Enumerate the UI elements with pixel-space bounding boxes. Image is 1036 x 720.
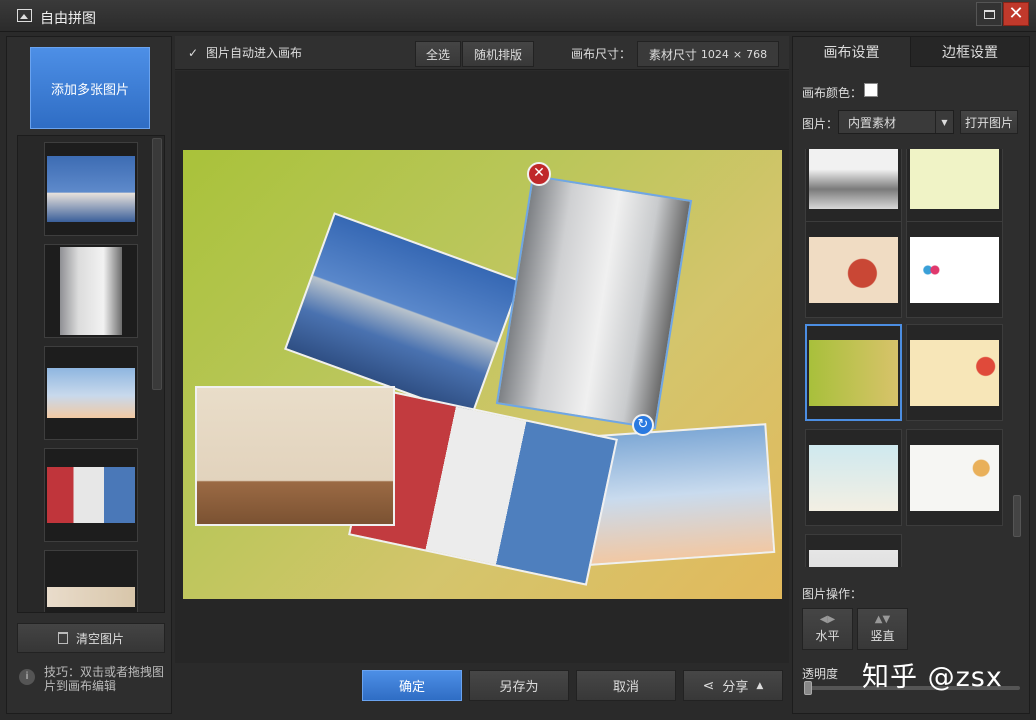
canvas-width: 1024: [700, 47, 729, 61]
checkmark-icon: ✓: [188, 45, 199, 60]
maximize-button[interactable]: [976, 2, 1002, 26]
gallery-item[interactable]: [805, 534, 902, 567]
image-source-select[interactable]: 内置素材 ▼: [838, 110, 954, 134]
gallery-image: [910, 339, 999, 406]
title-bar: 自由拼图 ✕: [0, 0, 1036, 32]
right-panel: 画布设置 边框设置 画布颜色： 图片： 内置素材 ▼ 打开图片 图片操作： ◀▶…: [792, 36, 1030, 714]
thumbnail-list[interactable]: [17, 135, 165, 613]
gallery-image: [910, 149, 999, 209]
thumbnail-scrollbar[interactable]: [152, 138, 162, 390]
gallery-image: [910, 236, 999, 303]
gallery-item-selected[interactable]: [805, 324, 902, 421]
add-images-button[interactable]: 添加多张图片: [30, 47, 150, 129]
action-bar: 确定 另存为 取消 ⋖ 分享 ▲: [175, 663, 789, 714]
remove-photo-button[interactable]: ✕: [527, 162, 551, 186]
rotate-photo-handle[interactable]: ↻: [632, 414, 654, 436]
left-panel: 添加多张图片 清空图片 i 技巧：双击或者拖拽图片到画布编辑: [6, 36, 172, 714]
canvas-toolbar: ✓ 图片自动进入画布 全选 随机排版 画布尺寸： 素材尺寸 1024 × 768: [175, 36, 789, 70]
share-button[interactable]: ⋖ 分享 ▲: [683, 670, 783, 701]
photo-interior[interactable]: [195, 386, 395, 526]
gallery-scrollbar[interactable]: [1013, 495, 1021, 537]
save-as-button[interactable]: 另存为: [469, 670, 569, 701]
thumbnail-sky[interactable]: [44, 346, 138, 440]
app-image-icon: [17, 9, 32, 22]
flip-vertical-icon: ▲▼: [874, 614, 891, 625]
maximize-icon: [983, 9, 995, 19]
opacity-label: 透明度: [802, 667, 839, 681]
canvas-size-select[interactable]: 素材尺寸 1024 × 768: [637, 41, 779, 67]
canvas-color-swatch[interactable]: [864, 83, 878, 97]
gallery-item[interactable]: [805, 221, 902, 318]
gallery-item[interactable]: [906, 221, 1003, 318]
random-arrange-button[interactable]: 随机排版: [462, 41, 534, 67]
tip-text: 技巧：双击或者拖拽图片到画布编辑: [44, 665, 165, 693]
share-label: 分享: [722, 680, 749, 695]
select-all-button[interactable]: 全选: [415, 41, 461, 67]
watermark: 知乎 @zsx: [862, 662, 1003, 693]
chevron-up-icon: ▲: [756, 680, 764, 691]
gallery-item[interactable]: [906, 149, 1003, 224]
gallery-image: [910, 444, 999, 511]
canvas-height: 768: [746, 47, 768, 61]
canvas-size-label: 画布尺寸：: [571, 47, 632, 61]
window-title: 自由拼图: [40, 11, 96, 27]
thumbnail-image: [47, 467, 135, 523]
image-source-value: 内置素材: [848, 115, 897, 130]
thumbnail-image: [47, 587, 135, 607]
photo-bathroom[interactable]: [495, 174, 693, 430]
auto-enter-label: 图片自动进入画布: [206, 46, 303, 60]
canvas-color-label: 画布颜色：: [802, 86, 863, 100]
gallery-item[interactable]: [805, 429, 902, 526]
thumbnail-image: [47, 368, 135, 418]
thumbnail-image: [60, 247, 122, 335]
chevron-down-icon: ▼: [935, 111, 953, 133]
flip-vertical-button[interactable]: ▲▼ 竖直: [857, 608, 908, 650]
thumbnail-room[interactable]: [44, 448, 138, 542]
clear-images-button[interactable]: 清空图片: [17, 623, 165, 653]
thumbnail-architecture[interactable]: [44, 142, 138, 236]
flip-horizontal-icon: ◀▶: [819, 614, 836, 625]
clear-images-label: 清空图片: [75, 631, 124, 646]
tip-icon: i: [19, 669, 35, 685]
canvas-area: ✕ ↻: [175, 71, 789, 663]
gallery-item[interactable]: [805, 149, 902, 224]
open-image-button[interactable]: 打开图片: [960, 110, 1018, 134]
flip-vertical-label: 竖直: [870, 629, 895, 643]
close-button[interactable]: ✕: [1003, 2, 1029, 26]
thumbnail-interior[interactable]: [44, 550, 138, 612]
tab-border-settings[interactable]: 边框设置: [911, 37, 1029, 67]
gallery-item[interactable]: [906, 429, 1003, 526]
image-ops-label: 图片操作：: [802, 587, 863, 601]
trash-icon: [57, 632, 68, 644]
gallery-image: [809, 236, 898, 303]
times-sign: ×: [732, 47, 743, 61]
gallery-image: [809, 444, 898, 511]
flip-horizontal-button[interactable]: ◀▶ 水平: [802, 608, 853, 650]
gallery-image: [809, 339, 898, 406]
thumbnail-bathroom[interactable]: [44, 244, 138, 338]
thumbnail-image: [47, 156, 135, 222]
close-icon: ✕: [1008, 3, 1024, 24]
auto-enter-checkbox[interactable]: ✓ 图片自动进入画布: [188, 44, 302, 61]
confirm-button[interactable]: 确定: [362, 670, 462, 701]
background-gallery[interactable]: [800, 149, 1021, 567]
image-source-label: 图片：: [802, 117, 839, 131]
gallery-image: [809, 149, 898, 209]
opacity-slider-handle[interactable]: [804, 681, 812, 695]
gallery-item[interactable]: [906, 324, 1003, 421]
share-icon: ⋖: [702, 677, 715, 694]
flip-horizontal-label: 水平: [815, 629, 840, 643]
canvas-size-mode: 素材尺寸: [648, 47, 697, 62]
collage-canvas[interactable]: ✕ ↻: [183, 150, 782, 599]
gallery-image: [809, 549, 898, 567]
cancel-button[interactable]: 取消: [576, 670, 676, 701]
tab-canvas-settings[interactable]: 画布设置: [793, 37, 911, 67]
